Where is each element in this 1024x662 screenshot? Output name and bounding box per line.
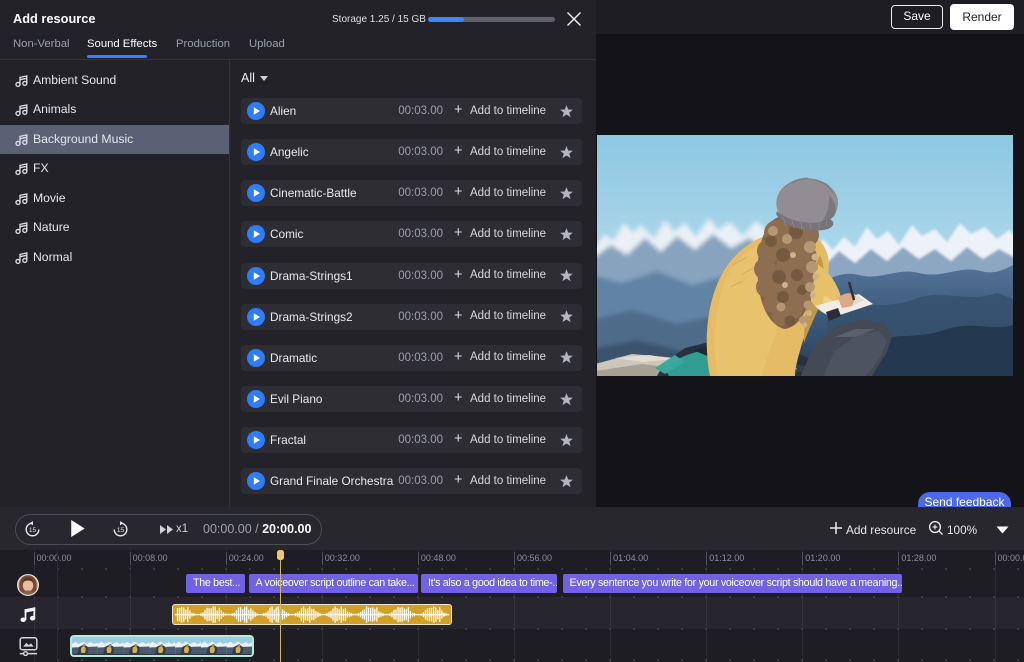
svg-text:15: 15 (117, 527, 125, 534)
svg-text:15: 15 (29, 527, 37, 534)
